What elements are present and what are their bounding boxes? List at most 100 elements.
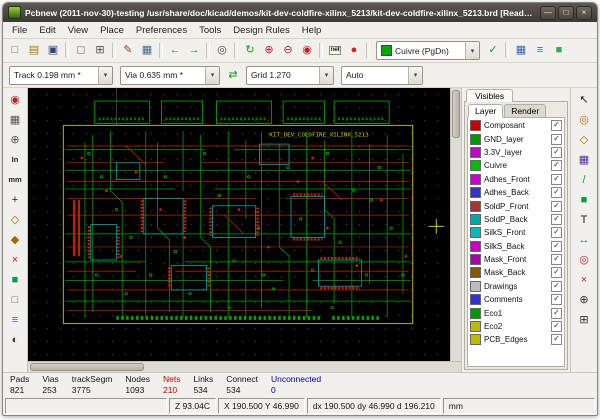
layer-visibility-checkbox[interactable] [551,133,562,145]
layer-visibility-checkbox[interactable] [551,334,562,346]
ratsnest-toggle[interactable]: ◇ [6,211,24,229]
layer-color-swatch[interactable] [470,187,481,199]
layer-color-swatch[interactable] [470,173,481,185]
menu-place[interactable]: Place [94,24,130,37]
layer-visibility-checkbox[interactable] [551,294,562,306]
layer-visibility-checkbox[interactable] [551,187,562,199]
add-target-tool[interactable]: ◎ [575,251,593,269]
layer-row[interactable]: Cuivre [468,159,564,172]
layer-color-swatch[interactable] [470,254,481,266]
layer-color-swatch[interactable] [470,120,481,132]
layer-visibility-checkbox[interactable] [551,267,562,279]
via-size-select[interactable]: Via 0.635 mm * [120,65,220,85]
layer-row[interactable]: Eco1 [468,306,564,319]
tab-render[interactable]: Render [504,104,547,118]
high-contrast-toggle[interactable]: ◐ [6,331,24,349]
add-zone-tool[interactable]: ■ [575,191,593,209]
grid-visibility-toggle[interactable]: ▦ [6,111,24,129]
undo-button[interactable]: ← [166,42,184,60]
netlist-button[interactable]: net [326,42,344,60]
redo-button[interactable]: → [185,42,203,60]
layer-row[interactable]: GND_layer [468,132,564,145]
visibles-tab[interactable]: Visibles [466,89,514,102]
menu-view[interactable]: View [62,24,94,37]
layer-color-swatch[interactable] [470,321,481,333]
layer-visibility-checkbox[interactable] [551,213,562,225]
layer-color-swatch[interactable] [470,213,481,225]
layer-color-swatch[interactable] [470,146,481,158]
layer-selector[interactable]: Cuivre (PgDn) [376,41,480,60]
units-inch-toggle[interactable]: In [6,151,24,169]
layer-visibility-checkbox[interactable] [551,146,562,158]
plot-button[interactable]: ✎ [119,42,137,60]
layer-color-swatch[interactable] [470,280,481,292]
units-mm-toggle[interactable]: mm [6,171,24,189]
layer-row[interactable]: 3.3V_layer [468,146,564,159]
layer-row[interactable]: PCB_Edges [468,333,564,346]
find-button[interactable]: ◎ [213,42,231,60]
separator[interactable] [112,43,116,58]
layer-visibility-checkbox[interactable] [551,240,562,252]
menu-edit[interactable]: Edit [33,24,61,37]
layer-row[interactable]: Adhes_Back [468,186,564,199]
zoom-select[interactable]: Auto [341,65,423,85]
layer-visibility-checkbox[interactable] [551,200,562,212]
save-board-button[interactable]: ▣ [44,42,62,60]
add-module-tool[interactable]: ▦ [575,151,593,169]
new-board-button[interactable]: □ [6,42,24,60]
layer-color-swatch[interactable] [470,200,481,212]
chevron-down-icon[interactable] [98,66,112,84]
menu-file[interactable]: File [6,24,33,37]
module-mode-button[interactable]: ▦ [512,42,530,60]
layer-visibility-checkbox[interactable] [551,307,562,319]
separator[interactable] [505,43,509,58]
track-mode-button[interactable]: ≡ [531,42,549,60]
module-editor-button[interactable]: ▦ [138,42,156,60]
menu-help[interactable]: Help [296,24,328,37]
separator[interactable] [319,43,323,58]
pads-sketch-toggle[interactable]: □ [6,291,24,309]
polar-coords-toggle[interactable]: ⊕ [6,131,24,149]
separator[interactable] [159,43,163,58]
delete-tool[interactable]: × [575,271,593,289]
menu-design-rules[interactable]: Design Rules [227,24,296,37]
layer-visibility-checkbox[interactable] [551,160,562,172]
menu-preferences[interactable]: Preferences [130,24,193,37]
drc-toggle[interactable]: ◉ [6,91,24,109]
add-dimension-tool[interactable]: ↔ [575,231,593,249]
page-settings-button[interactable]: ◻ [72,42,90,60]
pcb-canvas[interactable]: KIT_DEV_COLDFIRE_XILINX_5213 [28,88,450,361]
layer-color-swatch[interactable] [470,160,481,172]
separator[interactable] [234,43,238,58]
zoom-out-button[interactable]: ⊖ [279,42,297,60]
zoom-in-button[interactable]: ⊕ [260,42,278,60]
invisible-text-toggle[interactable]: ✓ [484,42,502,60]
drc-button[interactable]: ● [345,42,363,60]
add-text-tool[interactable]: T [575,211,593,229]
fast-edit-button[interactable]: ■ [550,42,568,60]
layer-row[interactable]: Composant [468,119,564,132]
layer-row[interactable]: SoldP_Back [468,213,564,226]
layer-visibility-checkbox[interactable] [551,173,562,185]
layer-color-swatch[interactable] [470,240,481,252]
layer-color-swatch[interactable] [470,267,481,279]
layer-color-swatch[interactable] [470,133,481,145]
grid-select[interactable]: Grid 1.270 [246,65,334,85]
track-width-select[interactable]: Track 0.198 mm * [9,65,113,85]
layer-row[interactable]: Comments [468,293,564,306]
module-ratsnest-toggle[interactable]: ◆ [6,231,24,249]
drill-origin-tool[interactable]: ⊕ [575,291,593,309]
minimize-button[interactable]: — [540,5,556,20]
vertical-scroll-thumb[interactable] [452,90,460,138]
layer-visibility-checkbox[interactable] [551,120,562,132]
autodel-track-toggle[interactable]: × [6,251,24,269]
layer-color-swatch[interactable] [470,294,481,306]
layer-row[interactable]: Adhes_Front [468,173,564,186]
layer-row[interactable]: Eco2 [468,320,564,333]
cursor-shape-toggle[interactable]: + [6,191,24,209]
chevron-down-icon[interactable] [319,66,333,84]
layer-visibility-checkbox[interactable] [551,321,562,333]
layer-row[interactable]: SoldP_Front [468,199,564,212]
layer-color-swatch[interactable] [470,334,481,346]
tracks-sketch-toggle[interactable]: ≡ [6,311,24,329]
